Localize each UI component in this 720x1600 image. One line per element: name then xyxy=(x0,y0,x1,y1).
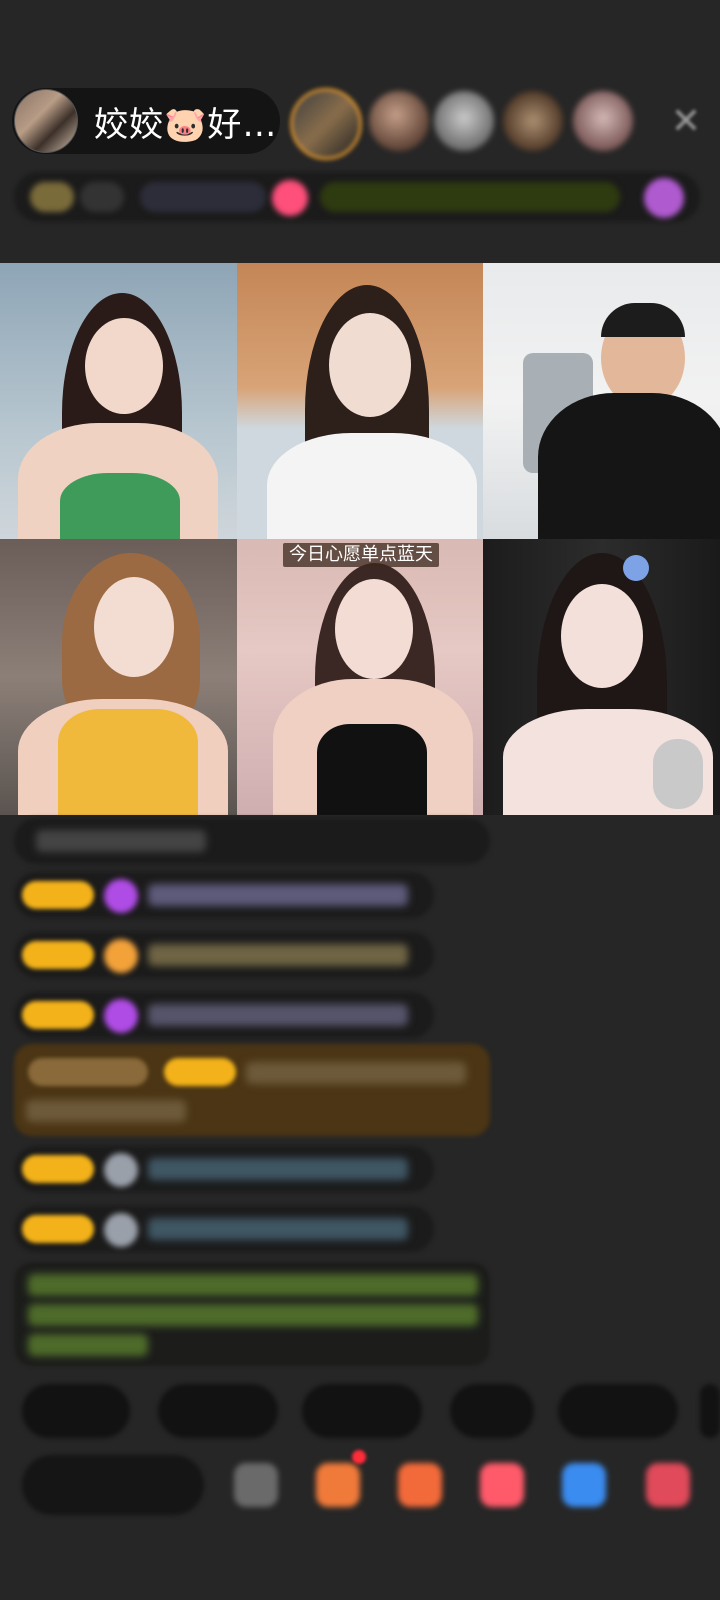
fan-badge xyxy=(22,941,94,969)
diamond-icon xyxy=(104,999,138,1033)
notice-text xyxy=(28,1334,148,1356)
chat-text xyxy=(148,1218,408,1240)
viewer-avatar[interactable] xyxy=(434,91,494,151)
quick-action-button[interactable] xyxy=(158,1384,278,1438)
viewer-avatar[interactable] xyxy=(573,91,633,151)
level-icon xyxy=(104,939,138,973)
chat-text xyxy=(148,1004,408,1026)
vip-badge xyxy=(28,1058,148,1086)
emoji-icon[interactable] xyxy=(234,1463,278,1507)
gift-icon[interactable] xyxy=(398,1463,442,1507)
video-tile[interactable] xyxy=(0,263,237,539)
host-avatar[interactable] xyxy=(14,89,78,153)
host-info-pill[interactable]: 姣姣🐷好… xyxy=(12,88,280,154)
viewer-avatar[interactable] xyxy=(503,91,563,151)
quick-action-button[interactable] xyxy=(302,1384,422,1438)
avatar xyxy=(104,1153,138,1187)
notice-text xyxy=(28,1304,478,1326)
quick-action-button[interactable] xyxy=(700,1384,720,1438)
video-tile[interactable] xyxy=(237,263,483,539)
gift-box-icon[interactable] xyxy=(316,1463,360,1507)
notification-dot xyxy=(352,1450,366,1464)
fan-badge xyxy=(164,1058,236,1086)
more-icon[interactable] xyxy=(646,1463,690,1507)
host-name: 姣姣🐷好… xyxy=(94,104,278,145)
fan-badge xyxy=(22,881,94,909)
marquee-chip[interactable] xyxy=(320,182,620,212)
badge-icon[interactable] xyxy=(644,178,684,218)
quick-action-button[interactable] xyxy=(22,1384,130,1438)
chat-text xyxy=(148,884,408,906)
multi-guest-video-grid xyxy=(0,263,720,815)
avatar xyxy=(104,1213,138,1247)
game-icon[interactable] xyxy=(480,1463,524,1507)
chat-text xyxy=(148,944,408,966)
chat-text xyxy=(36,830,206,852)
video-tile[interactable] xyxy=(237,539,483,815)
info-chip xyxy=(80,182,124,212)
fan-badge xyxy=(22,1155,94,1183)
diamond-icon xyxy=(104,879,138,913)
chat-text xyxy=(148,1158,408,1180)
wishlist-caption: 今日心愿单点蓝天 xyxy=(283,543,439,567)
chat-input[interactable] xyxy=(22,1455,204,1515)
chat-text xyxy=(246,1062,466,1084)
notice-text xyxy=(28,1274,478,1296)
message-icon[interactable] xyxy=(562,1463,606,1507)
video-tile[interactable] xyxy=(0,539,237,815)
viewer-avatar[interactable] xyxy=(369,91,429,151)
video-tile[interactable] xyxy=(483,263,720,539)
fan-badge xyxy=(22,1001,94,1029)
close-icon[interactable]: ✕ xyxy=(664,100,708,144)
chat-text xyxy=(26,1100,186,1122)
viewer-avatar[interactable] xyxy=(290,88,362,160)
fan-badge xyxy=(22,1215,94,1243)
rank-chip[interactable] xyxy=(140,182,266,212)
video-tile[interactable] xyxy=(483,539,720,815)
quick-action-button[interactable] xyxy=(558,1384,678,1438)
quick-action-button[interactable] xyxy=(450,1384,534,1438)
level-chip[interactable] xyxy=(30,182,74,212)
heart-icon[interactable] xyxy=(272,180,308,216)
